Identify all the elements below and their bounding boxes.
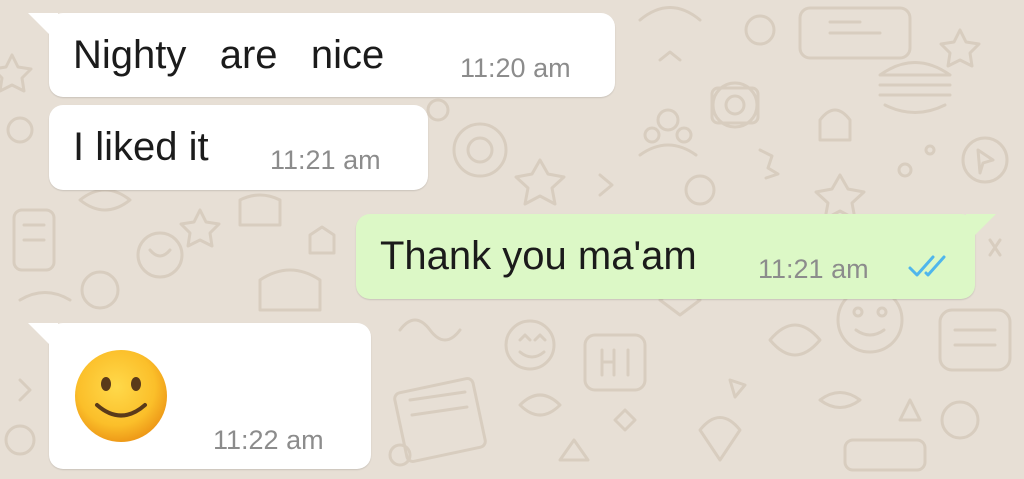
incoming-message-bubble[interactable]: 11:22 am — [49, 323, 371, 469]
incoming-message-bubble[interactable]: Nighty are nice 11:20 am — [49, 13, 615, 97]
message-timestamp: 11:21 am — [758, 254, 869, 284]
message-text: I liked it — [73, 125, 209, 169]
message-text: Nighty are nice — [73, 33, 385, 77]
slightly-smiling-face-emoji — [75, 350, 167, 442]
incoming-message-bubble[interactable]: I liked it 11:21 am — [49, 105, 428, 190]
message-timestamp: 11:20 am — [460, 53, 571, 83]
double-check-read-icon — [908, 255, 946, 277]
message-timestamp: 11:21 am — [270, 145, 381, 175]
message-timestamp: 11:22 am — [213, 425, 324, 455]
message-text: Thank you ma'am — [380, 234, 697, 278]
outgoing-message-bubble[interactable]: Thank you ma'am 11:21 am — [356, 214, 975, 299]
bubble-tail — [28, 323, 58, 353]
bubble-tail — [966, 214, 996, 244]
bubble-tail — [28, 13, 58, 43]
